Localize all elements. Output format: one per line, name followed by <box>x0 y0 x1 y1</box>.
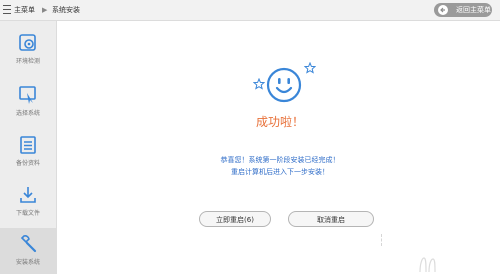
wrench-icon <box>20 235 37 253</box>
cancel-restart-button[interactable]: 取消重启 <box>288 211 374 227</box>
sidebar-item-backup-data[interactable]: 备份资料 <box>0 129 56 175</box>
download-icon <box>20 187 36 203</box>
star-icon <box>304 62 316 74</box>
star-icon <box>253 78 265 90</box>
success-title: 成功啦！ <box>255 115 304 129</box>
sidebar-item-label: 选择系统 <box>15 110 40 117</box>
breadcrumb-separator-icon: ▶ <box>42 6 48 14</box>
sidebar: 环境检测 选择系统 备份资料 下载文件 安装系统 <box>0 21 57 274</box>
sidebar-item-label: 安装系统 <box>15 259 40 266</box>
monitor-cursor-icon <box>19 86 36 104</box>
decorative-divider <box>381 234 383 246</box>
sidebar-item-environment-check[interactable]: 环境检测 <box>0 27 56 73</box>
smiley-face-icon <box>266 67 302 103</box>
sidebar-item-label: 环境检测 <box>15 58 40 65</box>
menu-icon[interactable] <box>3 5 11 14</box>
document-list-icon <box>20 136 36 154</box>
breadcrumb-home[interactable]: 主菜单 <box>14 4 35 16</box>
sidebar-item-install-system[interactable]: 安装系统 <box>0 228 56 274</box>
success-message-line2: 重启计算机后进入下一步安装！ <box>231 168 329 176</box>
sidebar-item-download-files[interactable]: 下载文件 <box>0 179 56 225</box>
breadcrumb-current: 系统安装 <box>52 6 80 14</box>
sidebar-item-select-system[interactable]: 选择系统 <box>0 79 56 125</box>
top-bar: 主菜单 ▶ 系统安装 返回主菜单 <box>0 0 500 21</box>
gear-icon <box>19 34 36 51</box>
back-arrow-icon <box>438 5 448 15</box>
back-to-main-menu-button[interactable]: 返回主菜单 <box>434 3 492 17</box>
back-button-label: 返回主菜单 <box>456 6 491 14</box>
restart-now-button[interactable]: 立即重启(6) <box>199 211 271 227</box>
success-message-line1: 恭喜您！系统第一阶段安装已经完成！ <box>220 156 340 164</box>
sidebar-item-label: 备份资料 <box>15 160 40 167</box>
rabbit-ears-decoration-icon <box>419 257 436 272</box>
sidebar-item-label: 下载文件 <box>15 210 40 217</box>
